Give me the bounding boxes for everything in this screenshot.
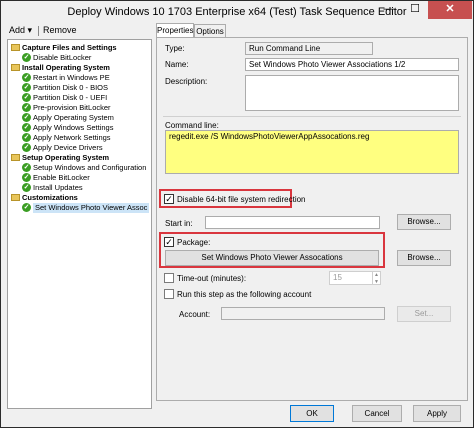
remove-button[interactable]: Remove: [43, 25, 77, 35]
check-icon: ✓: [22, 173, 31, 182]
name-label: Name:: [165, 60, 189, 69]
minimize-button[interactable]: —: [376, 1, 402, 19]
spinner-arrows-icon[interactable]: ▲ ▼: [372, 272, 380, 285]
apply-button[interactable]: Apply: [413, 405, 461, 422]
tree-item-label: Partition Disk 0 - BIOS: [33, 83, 109, 92]
tree-item-label: Apply Windows Settings: [33, 123, 114, 132]
description-input[interactable]: [245, 75, 459, 111]
timeout-checkbox[interactable]: [164, 273, 174, 283]
tree-item-label: Install Updates: [33, 183, 83, 192]
run-as-label: Run this step as the following account: [177, 290, 312, 299]
check-icon: ✓: [22, 53, 31, 62]
tree-item-label: Apply Network Settings: [33, 133, 111, 142]
tree-item-label: Apply Operating System: [33, 113, 114, 122]
task-sequence-editor-window: Deploy Windows 10 1703 Enterprise x64 (T…: [0, 0, 474, 428]
disable-redirection-checkbox[interactable]: ✓: [164, 194, 174, 204]
tree-item-label: Pre-provision BitLocker: [33, 103, 111, 112]
timeout-value: 15: [333, 273, 342, 282]
folder-icon: [11, 194, 20, 201]
tab-properties[interactable]: Properties: [156, 23, 194, 38]
tree-item-label: Disable BitLocker: [33, 53, 92, 62]
section-divider: [163, 116, 461, 117]
check-icon: ✓: [22, 123, 31, 132]
tree-item-label: Partition Disk 0 - UEFI: [33, 93, 108, 102]
title-bar: Deploy Windows 10 1703 Enterprise x64 (T…: [1, 1, 473, 21]
check-icon: ✓: [22, 103, 31, 112]
check-icon: ✓: [22, 163, 31, 172]
check-icon: ✓: [22, 143, 31, 152]
package-select-button[interactable]: Set Windows Photo Viewer Assocations: [165, 250, 379, 266]
tree-item-label: Setup Operating System: [22, 153, 110, 162]
timeout-spinner[interactable]: 15 ▲ ▼: [329, 271, 381, 285]
account-input: [221, 307, 385, 320]
check-icon: ✓: [22, 183, 31, 192]
tree-item-label: Restart in Windows PE: [33, 73, 110, 82]
add-menu-button[interactable]: Add ▾: [9, 25, 32, 36]
cancel-button[interactable]: Cancel: [352, 405, 402, 422]
tree-item-label: Setup Windows and Configuration: [33, 163, 147, 172]
check-icon: ✓: [22, 133, 31, 142]
description-label: Description:: [165, 77, 208, 86]
tree-item-label: Capture Files and Settings: [22, 43, 117, 52]
name-input[interactable]: Set Windows Photo Viewer Associations 1/…: [245, 58, 459, 71]
tree-item-label: Set Windows Photo Viewer Assoc: [33, 203, 150, 213]
run-as-checkbox[interactable]: [164, 289, 174, 299]
folder-icon: [11, 44, 20, 51]
tree-item-label: Apply Device Drivers: [33, 143, 103, 152]
type-field: Run Command Line: [245, 42, 373, 55]
ok-button[interactable]: OK: [290, 405, 334, 422]
close-button[interactable]: ✕: [428, 1, 472, 19]
command-line-label: Command line:: [165, 121, 219, 130]
disable-redirection-label: Disable 64-bit file system redirection: [177, 195, 306, 204]
check-icon: ✓: [22, 83, 31, 92]
tab-options[interactable]: Options: [194, 24, 226, 37]
command-line-input[interactable]: regedit.exe /S WindowsPhotoViewerAppAsso…: [165, 130, 459, 174]
maximize-button[interactable]: ☐: [402, 1, 428, 19]
tree-item-label: Customizations: [22, 193, 78, 202]
account-set-button[interactable]: Set...: [397, 306, 451, 322]
package-checkbox[interactable]: ✓: [164, 237, 174, 247]
check-icon: ✓: [22, 73, 31, 82]
tree-item-label: Install Operating System: [22, 63, 110, 72]
account-label: Account:: [179, 310, 211, 319]
package-label: Package:: [177, 238, 211, 247]
tree-item-label: Enable BitLocker: [33, 173, 90, 182]
start-in-input[interactable]: [205, 216, 380, 229]
start-in-browse-button[interactable]: Browse...: [397, 214, 451, 230]
check-icon: ✓: [22, 93, 31, 102]
timeout-label: Time-out (minutes):: [177, 274, 247, 283]
type-label: Type:: [165, 44, 185, 53]
toolbar-separator: [38, 26, 39, 36]
folder-icon: [11, 64, 20, 71]
check-icon: ✓: [22, 203, 31, 212]
start-in-label: Start in:: [165, 219, 193, 228]
folder-icon: [11, 154, 20, 161]
check-icon: ✓: [22, 113, 31, 122]
properties-panel: Type: Run Command Line Name: Set Windows…: [156, 37, 468, 401]
package-browse-button[interactable]: Browse...: [397, 250, 451, 266]
task-sequence-tree[interactable]: Capture Files and Settings ✓ Disable Bit…: [7, 39, 152, 409]
